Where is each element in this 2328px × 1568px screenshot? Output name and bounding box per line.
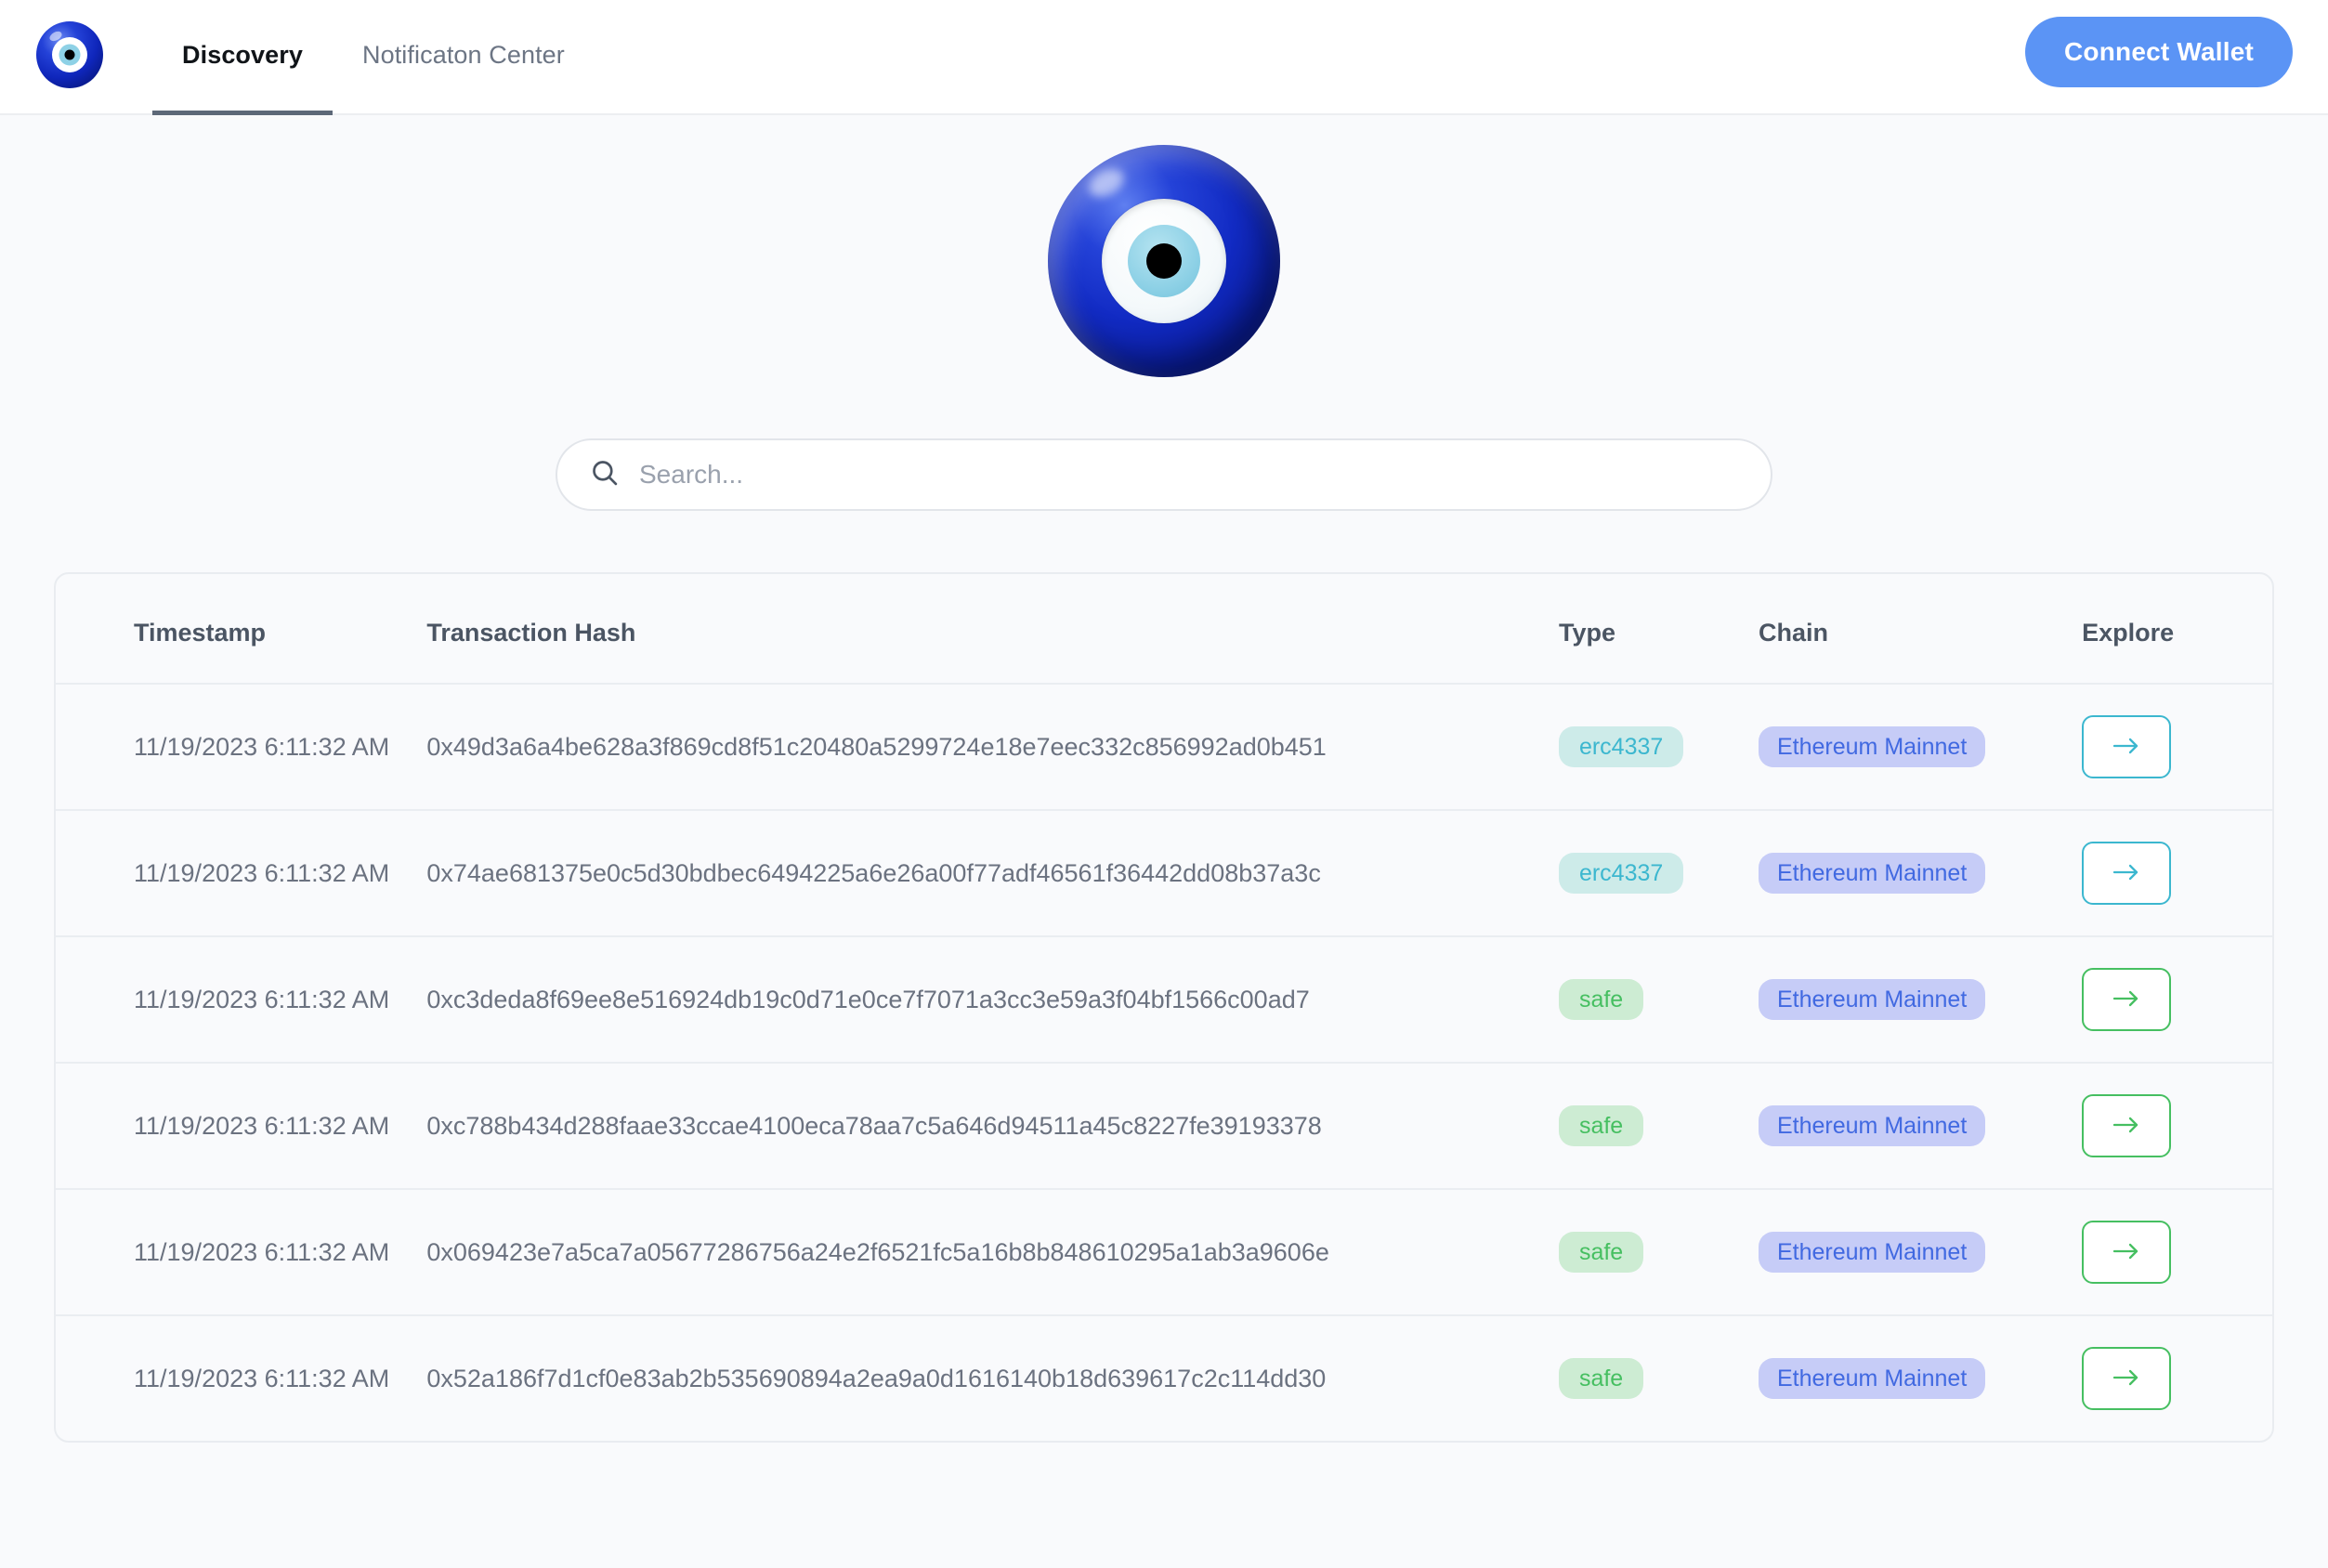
cell-chain: Ethereum Mainnet	[1759, 1062, 2083, 1189]
cell-explore	[2082, 1314, 2272, 1441]
tab-notification-center[interactable]: Notificaton Center	[333, 0, 595, 115]
search-input[interactable]	[639, 460, 1739, 490]
type-badge: erc4337	[1558, 725, 1684, 768]
nazar-eye-logo-icon[interactable]	[35, 20, 104, 89]
type-badge: safe	[1558, 1104, 1644, 1147]
cell-type: erc4337	[1558, 809, 1759, 936]
nazar-eye-large-icon	[1048, 145, 1280, 377]
table-row[interactable]: 11/19/2023 6:11:32 AM 0x74ae681375e0c5d3…	[56, 809, 2272, 936]
search-section	[0, 438, 2328, 511]
table-row[interactable]: 11/19/2023 6:11:32 AM 0x52a186f7d1cf0e83…	[56, 1314, 2272, 1441]
column-header-type: Type	[1558, 619, 1615, 647]
arrow-right-icon	[2108, 1239, 2145, 1266]
cell-chain: Ethereum Mainnet	[1759, 809, 2083, 936]
type-badge: safe	[1558, 1231, 1644, 1274]
top-navigation-bar: Discovery Notificaton Center Connect Wal…	[0, 0, 2328, 115]
cell-explore	[2082, 935, 2272, 1063]
arrow-right-icon	[2108, 1365, 2145, 1392]
transactions-card: Timestamp Transaction Hash Type Chain Ex…	[54, 572, 2274, 1443]
cell-explore	[2082, 809, 2272, 936]
cell-timestamp: 11/19/2023 6:11:32 AM	[56, 1188, 427, 1315]
explore-button[interactable]	[2082, 1221, 2172, 1284]
cell-type: safe	[1558, 1188, 1759, 1315]
cell-explore	[2082, 1062, 2272, 1189]
chain-badge: Ethereum Mainnet	[1759, 1357, 1986, 1400]
hero-section	[0, 115, 2328, 377]
discovery-page: Timestamp Transaction Hash Type Chain Ex…	[0, 115, 2328, 1568]
cell-chain: Ethereum Mainnet	[1759, 683, 2083, 810]
nazar-sclera	[1102, 199, 1226, 323]
column-header-explore: Explore	[2082, 619, 2175, 647]
chain-badge: Ethereum Mainnet	[1759, 978, 1986, 1021]
tab-discovery[interactable]: Discovery	[152, 0, 333, 115]
arrow-right-icon	[2108, 734, 2145, 761]
column-header-transaction-hash: Transaction Hash	[426, 619, 636, 647]
search-icon	[589, 457, 621, 493]
type-badge: safe	[1558, 978, 1644, 1021]
cell-chain: Ethereum Mainnet	[1759, 1314, 2083, 1441]
nazar-pupil	[1146, 243, 1182, 279]
nav-tab-list: Discovery Notificaton Center	[152, 0, 595, 115]
cell-type: erc4337	[1558, 683, 1759, 810]
table-row[interactable]: 11/19/2023 6:11:32 AM 0xc788b434d288faae…	[56, 1062, 2272, 1189]
search-box[interactable]	[556, 438, 1772, 511]
type-badge: erc4337	[1558, 852, 1684, 895]
explore-button[interactable]	[2082, 1094, 2172, 1157]
cell-transaction-hash: 0x52a186f7d1cf0e83ab2b535690894a2ea9a0d1…	[426, 1314, 1559, 1441]
table-row[interactable]: 11/19/2023 6:11:32 AM 0x069423e7a5ca7a05…	[56, 1188, 2272, 1315]
tab-discovery-label: Discovery	[182, 41, 303, 69]
transactions-table: Timestamp Transaction Hash Type Chain Ex…	[56, 574, 2272, 1441]
cell-transaction-hash: 0xc788b434d288faae33ccae4100eca78aa7c5a6…	[426, 1062, 1559, 1189]
explore-button[interactable]	[2082, 1347, 2172, 1410]
cell-type: safe	[1558, 1314, 1759, 1441]
cell-transaction-hash: 0xc3deda8f69ee8e516924db19c0d71e0ce7f707…	[426, 935, 1559, 1063]
arrow-right-icon	[2108, 1113, 2145, 1140]
table-header-row: Timestamp Transaction Hash Type Chain Ex…	[56, 574, 2272, 684]
arrow-right-icon	[2108, 987, 2145, 1013]
explore-button[interactable]	[2082, 715, 2172, 778]
connect-wallet-button[interactable]: Connect Wallet	[2025, 17, 2293, 87]
cell-chain: Ethereum Mainnet	[1759, 1188, 2083, 1315]
cell-type: safe	[1558, 935, 1759, 1063]
arrow-right-icon	[2108, 860, 2145, 887]
cell-transaction-hash: 0x74ae681375e0c5d30bdbec6494225a6e26a00f…	[426, 809, 1559, 936]
chain-badge: Ethereum Mainnet	[1759, 852, 1986, 895]
table-row[interactable]: 11/19/2023 6:11:32 AM 0xc3deda8f69ee8e51…	[56, 935, 2272, 1063]
explore-button[interactable]	[2082, 968, 2172, 1031]
cell-transaction-hash: 0x49d3a6a4be628a3f869cd8f51c20480a529972…	[426, 683, 1559, 810]
cell-timestamp: 11/19/2023 6:11:32 AM	[56, 683, 427, 810]
column-header-timestamp: Timestamp	[134, 619, 267, 647]
tab-notification-center-label: Notificaton Center	[361, 41, 565, 69]
explore-button[interactable]	[2082, 842, 2172, 905]
table-header: Timestamp Transaction Hash Type Chain Ex…	[56, 574, 2272, 684]
cell-transaction-hash: 0x069423e7a5ca7a05677286756a24e2f6521fc5…	[426, 1188, 1559, 1315]
table-row[interactable]: 11/19/2023 6:11:32 AM 0x49d3a6a4be628a3f…	[56, 683, 2272, 810]
cell-explore	[2082, 1188, 2272, 1315]
cell-chain: Ethereum Mainnet	[1759, 935, 2083, 1063]
chain-badge: Ethereum Mainnet	[1759, 1231, 1986, 1274]
cell-type: safe	[1558, 1062, 1759, 1189]
column-header-chain: Chain	[1759, 619, 1829, 647]
nazar-iris	[1128, 225, 1200, 297]
cell-explore	[2082, 683, 2272, 810]
chain-badge: Ethereum Mainnet	[1759, 1104, 1986, 1147]
type-badge: safe	[1558, 1357, 1644, 1400]
table-body: 11/19/2023 6:11:32 AM 0x49d3a6a4be628a3f…	[56, 683, 2272, 1441]
cell-timestamp: 11/19/2023 6:11:32 AM	[56, 809, 427, 936]
cell-timestamp: 11/19/2023 6:11:32 AM	[56, 1062, 427, 1189]
cell-timestamp: 11/19/2023 6:11:32 AM	[56, 1314, 427, 1441]
chain-badge: Ethereum Mainnet	[1759, 725, 1986, 768]
cell-timestamp: 11/19/2023 6:11:32 AM	[56, 935, 427, 1063]
